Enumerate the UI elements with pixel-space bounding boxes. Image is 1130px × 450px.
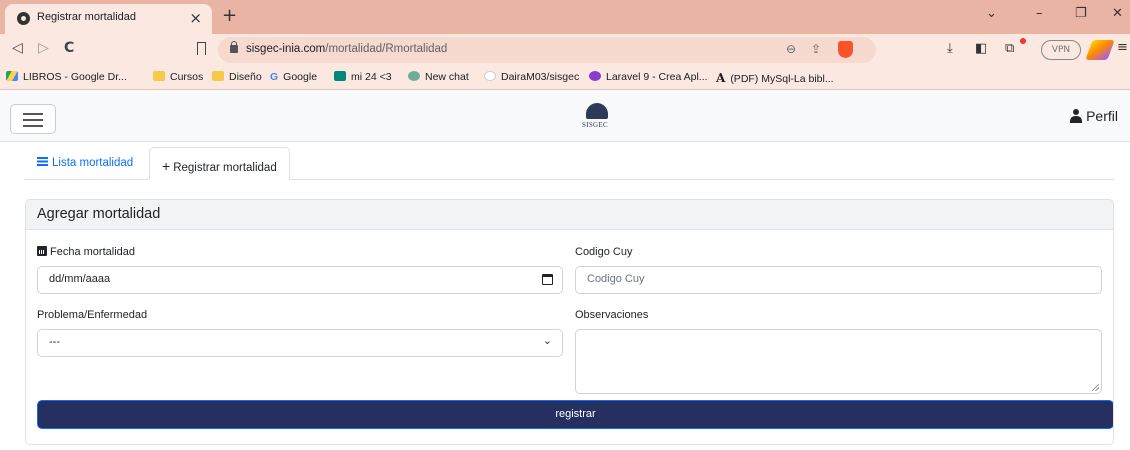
bookmark-label: New chat	[425, 71, 469, 83]
calendar-icon	[37, 246, 47, 256]
profile-label: Perfil	[1086, 108, 1118, 124]
brave-shield-icon[interactable]	[838, 41, 853, 58]
google-icon: G	[270, 71, 279, 83]
agregar-mortalidad-card: Agregar mortalidad Fecha mortalidad dd/m…	[25, 199, 1114, 445]
fecha-mortalidad-input[interactable]: dd/mm/aaaa	[37, 266, 563, 294]
hamburger-icon	[23, 119, 43, 121]
globe-icon	[17, 12, 30, 25]
url-text: sisgec-inia.com/mortalidad/Rmortalidad	[246, 43, 447, 55]
codigo-cuy-label: Codigo Cuy	[575, 246, 633, 258]
bookmark-new-chat[interactable]: New chat	[408, 71, 469, 83]
url-path: /mortalidad/Rmortalidad	[325, 43, 448, 55]
url-host: sisgec-inia.com	[246, 43, 326, 55]
problema-selected-value: ---	[49, 336, 60, 348]
address-bar[interactable]: sisgec-inia.com/mortalidad/Rmortalidad ⊖…	[218, 37, 876, 63]
zoom-icon[interactable]: ⊖	[786, 42, 796, 56]
bookmark-label: Laravel 9 - Crea Apl...	[606, 71, 708, 83]
tab-search-icon[interactable]: ⌄	[986, 6, 997, 21]
minimize-button[interactable]: –	[1036, 6, 1043, 21]
bookmark-label: Google	[283, 71, 318, 83]
new-tab-button[interactable]: +	[222, 5, 237, 26]
bookmark-label: mi 24 <3	[351, 71, 392, 83]
menu-toggle-button[interactable]	[10, 104, 56, 134]
observaciones-textarea[interactable]	[575, 329, 1102, 394]
academia-icon: A	[716, 71, 726, 85]
browser-menu-icon[interactable]: ≡	[1117, 40, 1128, 55]
bookmark-diseno[interactable]: Diseño	[212, 71, 262, 83]
reload-button[interactable]: C	[64, 40, 74, 56]
browser-tab[interactable]: Registrar mortalidad ×	[5, 4, 212, 34]
card-title: Agregar mortalidad	[26, 200, 1113, 230]
app-navbar	[0, 90, 1130, 142]
tab-registrar-mortalidad[interactable]: + Registrar mortalidad	[149, 147, 290, 180]
observaciones-label: Observaciones	[575, 309, 649, 321]
laravel-icon	[589, 71, 601, 81]
restore-button[interactable]: ❐	[1075, 6, 1087, 21]
sidebar-icon[interactable]: ◧	[975, 41, 987, 56]
download-icon[interactable]: ⤓	[947, 41, 953, 56]
tab-lista-mortalidad[interactable]: Lista mortalidad	[25, 147, 145, 180]
bookmark-label: DairaM03/sisgec	[501, 71, 580, 83]
resize-handle-icon[interactable]	[1092, 384, 1099, 391]
browser-tab-strip: Registrar mortalidad × + ⌄ – ❐ ✕	[0, 0, 1130, 34]
profile-link[interactable]: Perfil	[1070, 108, 1118, 124]
bookmark-mi24[interactable]: mi 24 <3	[334, 71, 392, 83]
folder-icon	[153, 71, 165, 81]
wallet-icon[interactable]: ⧉	[1005, 41, 1014, 56]
calendar-picker-icon[interactable]	[542, 274, 553, 285]
bookmark-cursos[interactable]: Cursos	[153, 71, 203, 83]
bookmark-icon[interactable]	[197, 42, 206, 55]
notification-badge	[1020, 38, 1026, 44]
fecha-label: Fecha mortalidad	[37, 246, 135, 258]
fecha-label-text: Fecha mortalidad	[50, 246, 135, 258]
problema-label: Problema/Enfermedad	[37, 309, 148, 321]
lock-icon	[230, 41, 238, 53]
share-icon[interactable]: ⇪	[811, 42, 821, 56]
bookmark-pdf[interactable]: A (PDF) MySql-La bibl...	[716, 71, 834, 85]
back-button[interactable]: ◁	[12, 40, 23, 56]
sisgec-logo[interactable]: SISGEC	[582, 103, 612, 131]
chatgpt-icon	[408, 71, 420, 81]
bookmark-google[interactable]: G Google	[270, 71, 317, 83]
codigo-cuy-input[interactable]: Codigo Cuy	[575, 266, 1102, 294]
brave-rewards-icon[interactable]	[1085, 40, 1115, 60]
fecha-value: dd/mm/aaaa	[49, 273, 111, 285]
window-close-button[interactable]: ✕	[1112, 6, 1123, 21]
forward-button[interactable]: ▷	[38, 40, 49, 56]
folder-icon	[212, 71, 224, 81]
tab-close-icon[interactable]: ×	[189, 9, 202, 27]
bookmark-label: (PDF) MySql-La bibl...	[730, 73, 834, 85]
bookmark-libros[interactable]: LIBROS - Google Dr...	[6, 71, 127, 83]
bookmark-laravel[interactable]: Laravel 9 - Crea Apl...	[589, 71, 708, 83]
chevron-down-icon: ⌄	[542, 335, 552, 347]
tab-label: Registrar mortalidad	[173, 162, 277, 174]
codigo-cuy-placeholder: Codigo Cuy	[587, 273, 645, 285]
problema-enfermedad-select[interactable]: --- ⌄	[37, 329, 563, 357]
google-drive-icon	[6, 71, 18, 81]
browser-toolbar: ◁ ▷ C sisgec-inia.com/mortalidad/Rmortal…	[0, 34, 1130, 66]
bookmarks-bar: LIBROS - Google Dr... Cursos Diseño G Goo…	[0, 66, 1130, 90]
hamburger-icon	[23, 113, 43, 115]
bookmark-label: Diseño	[229, 71, 262, 83]
bookmark-label: Cursos	[170, 71, 204, 83]
github-icon	[484, 71, 496, 81]
hamburger-icon	[23, 125, 43, 127]
logo-text: SISGEC	[582, 121, 608, 129]
browser-tab-title: Registrar mortalidad	[37, 11, 137, 23]
bookmark-github[interactable]: DairaM03/sisgec	[484, 71, 579, 83]
vpn-button[interactable]: VPN	[1041, 40, 1081, 60]
logo-mark	[586, 103, 608, 119]
person-icon	[1070, 109, 1083, 123]
registrar-button[interactable]: registrar	[37, 400, 1113, 429]
bookmark-label: LIBROS - Google Dr...	[23, 71, 127, 83]
list-icon	[37, 157, 48, 166]
tab-label: Lista mortalidad	[52, 157, 134, 169]
plus-icon: +	[162, 158, 171, 174]
google-meet-icon	[334, 71, 346, 81]
